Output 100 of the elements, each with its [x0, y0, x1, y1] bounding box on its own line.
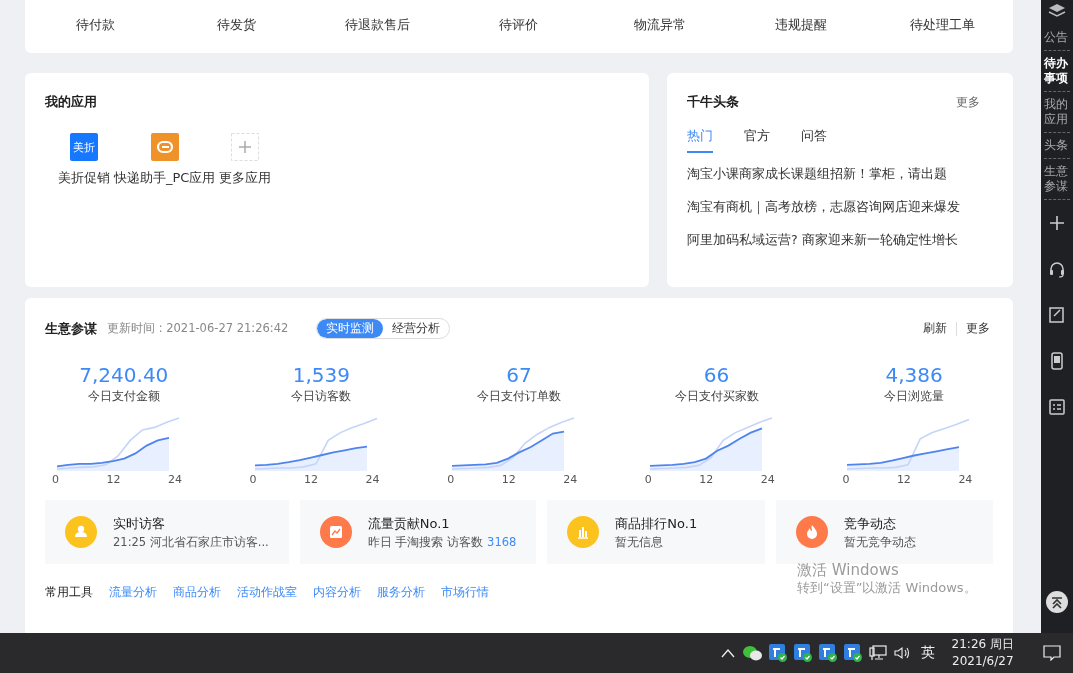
stat-label[interactable]: 待退款售后: [345, 16, 411, 34]
volume-icon: [893, 646, 910, 660]
metric-label: 今日浏览量: [884, 388, 945, 405]
plus-icon: [1048, 214, 1066, 232]
clock-date[interactable]: 2021/6/27: [952, 653, 1014, 670]
tool-link[interactable]: 流量分析: [109, 584, 157, 601]
clock-time[interactable]: 21:26 周日: [951, 636, 1014, 653]
metric-value: 67: [506, 363, 532, 387]
chevron-up-icon: [720, 648, 735, 658]
metric-value: 1,539: [292, 363, 350, 387]
app-label[interactable]: 美折促销: [58, 169, 110, 187]
news-tab[interactable]: 热门: [687, 127, 713, 153]
side-item[interactable]: 生意参谋: [1044, 159, 1070, 200]
activation-title: 激活 Windows: [797, 562, 900, 579]
news-link[interactable]: 阿里加码私域运营? 商家迎来新一轮确定性增长: [687, 231, 993, 248]
metric-label: 今日访客数: [291, 388, 352, 405]
notification-icon: [1043, 645, 1061, 661]
info-title: 商品排行No.1: [615, 514, 698, 533]
tool-link[interactable]: 商品分析: [173, 584, 221, 601]
add-icon: [231, 133, 260, 161]
app-label[interactable]: 更多应用: [219, 169, 272, 187]
tool-link[interactable]: 内容分析: [313, 584, 361, 601]
axis-tick: 12: [699, 473, 714, 486]
axis-tick: 0: [249, 473, 257, 486]
app-tray-icon: [793, 644, 812, 662]
metric-value: 7,240.40: [79, 363, 169, 387]
axis-tick: 24: [168, 473, 182, 486]
chart-icon: [319, 516, 352, 548]
axis-tick: 24: [958, 473, 973, 486]
card-title: 千牛头条: [687, 93, 739, 111]
app-tray-icon: [843, 644, 862, 662]
more-link[interactable]: 更多: [966, 320, 990, 337]
axis-tick: 12: [106, 473, 121, 486]
bar-chart-icon: [567, 516, 600, 548]
info-card[interactable]: 流量贡献No.1 昨日 手淘搜索 访客数 3168: [299, 500, 537, 564]
metric-label: 今日支付金额: [87, 388, 160, 405]
segment-tab[interactable]: 经营分析: [383, 319, 450, 338]
metric-label: 今日支付买家数: [674, 388, 759, 405]
person-icon: [65, 516, 97, 548]
visitor-count: 3168: [487, 534, 517, 550]
tool-link[interactable]: 服务分析: [377, 584, 425, 601]
update-time: 更新时间 : 2021-06-27 21:26:42: [107, 321, 289, 336]
info-detail: 暂无信息: [615, 534, 664, 550]
phone-icon: [1048, 352, 1066, 370]
chat-bubbles-icon: [741, 645, 762, 661]
info-title: 实时访客: [113, 514, 166, 533]
axis-tick: 24: [760, 473, 775, 486]
info-detail: 暂无竞争动态: [843, 534, 916, 550]
back-to-top-icon: [1046, 591, 1068, 613]
side-item[interactable]: 头条: [1044, 133, 1070, 159]
stat-label[interactable]: 物流异常: [634, 16, 687, 34]
axis-tick: 24: [563, 473, 578, 486]
flame-icon: [795, 516, 828, 548]
stat-label[interactable]: 违规提醒: [775, 16, 828, 34]
axis-tick: 0: [52, 473, 59, 486]
edit-icon: [1048, 306, 1066, 324]
network-icon: [868, 645, 887, 661]
metric-value: 4,386: [885, 363, 943, 387]
tool-link[interactable]: 活动作战室: [237, 584, 297, 601]
axis-tick: 0: [842, 473, 850, 486]
app-tray-icon: [768, 644, 787, 662]
app-tray-icon: [818, 644, 837, 662]
info-detail: 昨日 手淘搜索 访客数: [367, 534, 484, 550]
activation-hint: 转到“设置”以激活 Windows。: [797, 579, 977, 597]
stat-label[interactable]: 待处理工单: [909, 16, 975, 34]
axis-tick: 24: [365, 473, 380, 486]
axis-tick: 12: [501, 473, 516, 486]
headset-icon: [1048, 260, 1066, 278]
info-card[interactable]: 商品排行No.1 暂无信息: [547, 500, 765, 564]
app-label[interactable]: 快递助手_PC应用: [114, 169, 216, 187]
axis-tick: 12: [304, 473, 319, 486]
info-title: 流量贡献No.1: [367, 514, 451, 533]
stat-label[interactable]: 待付款: [76, 16, 116, 34]
axis-tick: 0: [447, 473, 455, 486]
more-link[interactable]: 更多: [956, 93, 980, 111]
news-tab[interactable]: 官方: [744, 127, 770, 153]
info-detail: 21:25 河北省石家庄市访客...: [113, 534, 269, 550]
axis-tick: 12: [896, 473, 911, 486]
refresh-link[interactable]: 刷新: [923, 320, 947, 337]
news-tab[interactable]: 问答: [801, 127, 827, 153]
input-method-indicator[interactable]: 英: [920, 644, 935, 662]
side-item[interactable]: 公告: [1044, 25, 1070, 51]
news-link[interactable]: 淘宝小课商家成长课题组招新！掌柜，请出题: [687, 165, 993, 182]
app-icon[interactable]: 美折: [70, 133, 98, 161]
side-item[interactable]: 待办事项: [1044, 51, 1070, 92]
layers-icon: [1048, 3, 1066, 19]
info-card[interactable]: 实时访客 21:25 河北省石家庄市访客...: [45, 500, 289, 564]
list-icon: [1048, 398, 1066, 416]
side-item[interactable]: 我的应用: [1044, 92, 1070, 133]
metric-label: 今日支付订单数: [477, 388, 561, 405]
news-link[interactable]: 淘宝有商机｜高考放榜，志愿咨询网店迎来爆发: [687, 198, 993, 215]
stat-label[interactable]: 待发货: [217, 16, 257, 34]
tool-link[interactable]: 市场行情: [441, 584, 489, 601]
axis-tick: 0: [644, 473, 652, 486]
card-title: 我的应用: [45, 93, 98, 111]
info-title: 竞争动态: [843, 514, 897, 533]
metric-value: 66: [703, 363, 730, 387]
info-card[interactable]: 竞争动态 暂无竞争动态: [775, 500, 993, 564]
stat-label[interactable]: 待评价: [499, 16, 539, 34]
tools-label: 常用工具: [45, 584, 93, 601]
